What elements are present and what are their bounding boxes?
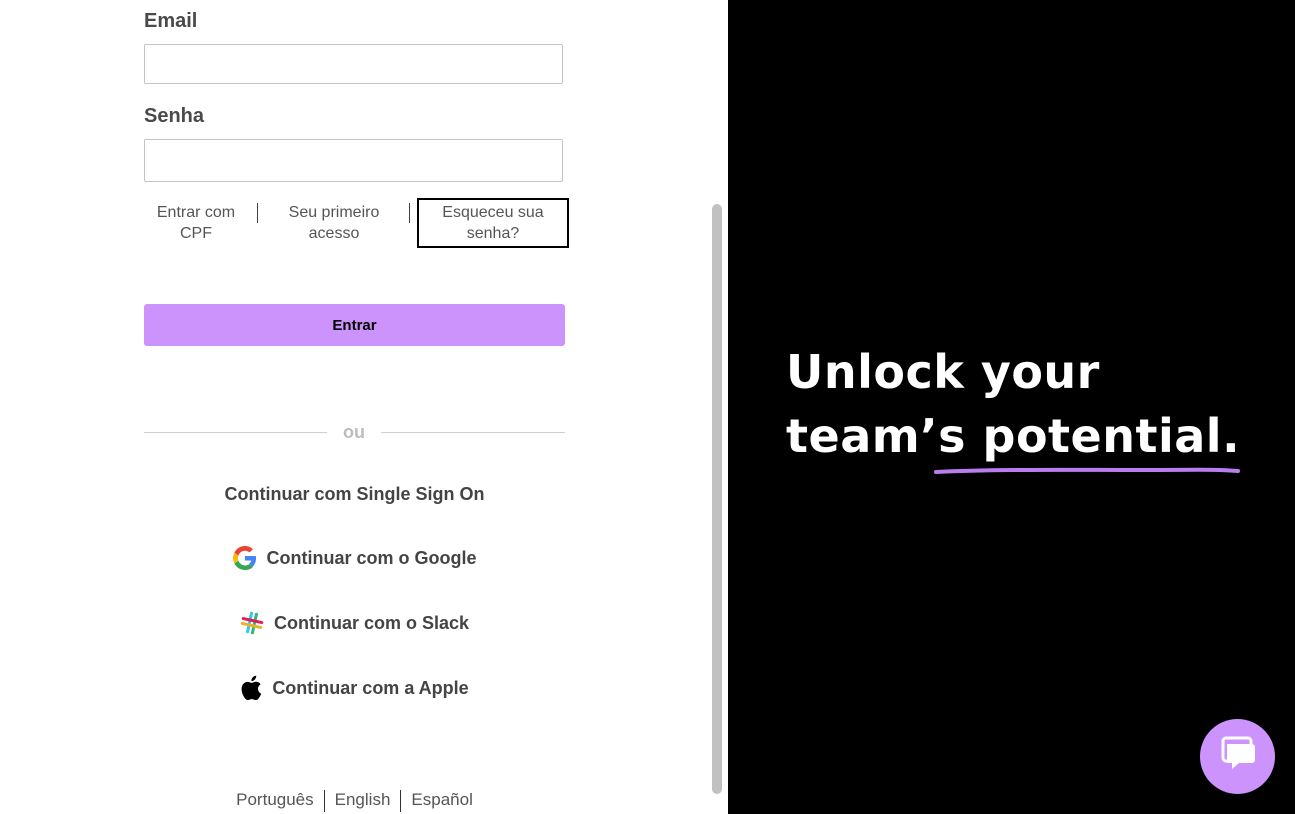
apple-label: Continuar com a Apple bbox=[272, 677, 469, 698]
auth-links: Entrar com CPF Seu primeiro acesso Esque… bbox=[144, 198, 569, 248]
google-icon bbox=[232, 546, 257, 570]
language-option-en[interactable]: English bbox=[325, 790, 401, 812]
login-panel: Email Senha Entrar com CPF Seu primeiro … bbox=[0, 0, 728, 814]
forgot-password-link[interactable]: Esqueceu sua senha? bbox=[417, 198, 569, 248]
language-option-es[interactable]: Español bbox=[401, 790, 482, 812]
apple-login-button[interactable]: Continuar com a Apple bbox=[144, 673, 565, 703]
divider-text: ou bbox=[343, 422, 365, 442]
language-option-pt[interactable]: Português bbox=[226, 790, 324, 812]
promo-line-2: team’s potential. bbox=[786, 404, 1240, 468]
google-label: Continuar com o Google bbox=[266, 547, 477, 568]
promo-line-2-start: team’s bbox=[786, 409, 983, 463]
sso-button[interactable]: Continuar com Single Sign On bbox=[144, 479, 565, 509]
email-label: Email bbox=[144, 10, 198, 32]
promo-highlight: potential. bbox=[982, 409, 1241, 463]
promo-headline: Unlock your team’s potential. bbox=[786, 340, 1240, 468]
password-label: Senha bbox=[144, 105, 205, 127]
login-button[interactable]: Entrar bbox=[144, 304, 565, 346]
link-divider bbox=[409, 203, 410, 223]
highlight-underline bbox=[934, 467, 1240, 474]
chat-button[interactable] bbox=[1200, 719, 1275, 794]
chat-bubble-icon bbox=[1218, 734, 1258, 779]
scrollbar[interactable] bbox=[712, 204, 722, 794]
divider-line-left bbox=[144, 432, 327, 433]
first-access-link[interactable]: Seu primeiro acesso bbox=[268, 198, 400, 248]
slack-label: Continuar com o Slack bbox=[273, 612, 470, 633]
sso-label: Continuar com Single Sign On bbox=[224, 483, 485, 504]
apple-icon bbox=[240, 675, 262, 701]
language-selector: Português English Español bbox=[0, 790, 709, 812]
promo-line-1: Unlock your bbox=[786, 345, 1100, 399]
slack-login-button[interactable]: Continuar com o Slack bbox=[144, 608, 565, 638]
login-with-cpf-link[interactable]: Entrar com CPF bbox=[144, 198, 248, 248]
divider-line-right bbox=[381, 432, 565, 433]
slack-icon bbox=[240, 611, 264, 635]
password-field[interactable] bbox=[144, 139, 563, 182]
email-field[interactable] bbox=[144, 44, 563, 84]
link-divider bbox=[257, 203, 258, 223]
google-login-button[interactable]: Continuar com o Google bbox=[144, 543, 565, 573]
